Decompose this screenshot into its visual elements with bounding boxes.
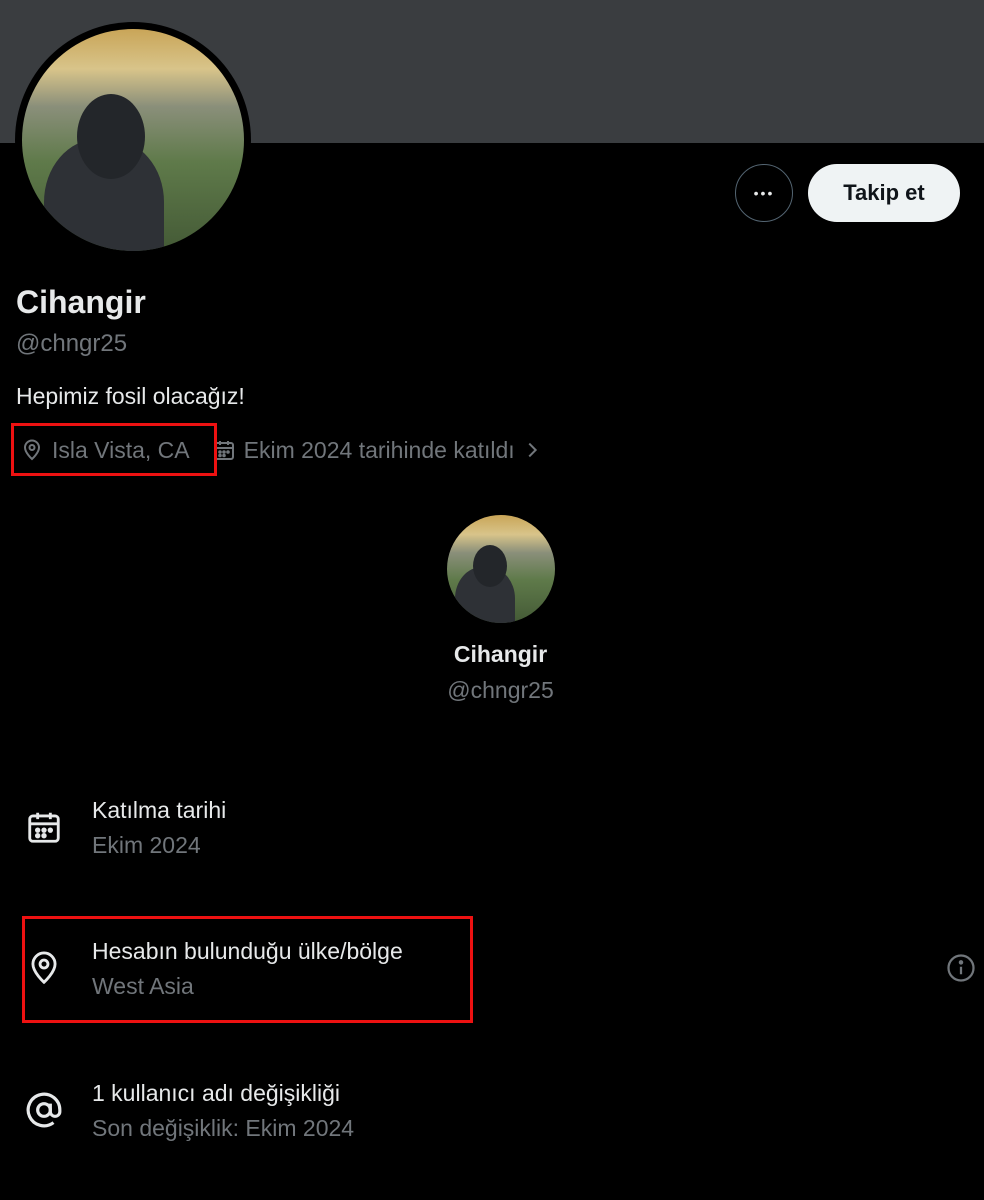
profile-joined-text: Ekim 2024 tarihinde katıldı [243, 436, 515, 463]
chevron-right-icon [528, 442, 537, 458]
about-display-name: Cihangir [453, 641, 548, 667]
profile-bio: Hepimiz fosil olacağız! [16, 383, 245, 409]
info-icon[interactable] [946, 953, 976, 983]
follow-button[interactable]: Takip et [808, 164, 960, 222]
about-row-title: 1 kullanıcı adı değişikliği [92, 1080, 341, 1106]
calendar-icon [28, 812, 60, 843]
about-row-title: Katılma tarihi [92, 797, 227, 823]
profile-handle: @chngr25 [16, 330, 128, 357]
location-highlight-box [11, 423, 217, 476]
region-highlight-box [22, 916, 473, 1023]
profile-joined[interactable]: Ekim 2024 tarihinde katıldı [212, 437, 543, 464]
about-row-subtitle: Ekim 2024 [92, 832, 201, 858]
about-row-subtitle: Son değişiklik: Ekim 2024 [92, 1115, 355, 1141]
profile-avatar[interactable] [15, 22, 251, 258]
profile-display-name: Cihangir [16, 284, 146, 320]
at-sign-icon [26, 1092, 62, 1128]
more-options-button[interactable]: ••• [735, 164, 793, 222]
about-avatar [447, 515, 555, 623]
about-avatar-image [447, 515, 555, 623]
about-row-joined: Katılma tarihi Ekim 2024 [0, 792, 984, 872]
avatar-image [22, 29, 244, 251]
more-options-icon: ••• [753, 185, 775, 201]
about-row-username-changes: 1 kullanıcı adı değişikliği Son değişikl… [0, 1075, 984, 1155]
about-handle: @chngr25 [447, 677, 554, 703]
